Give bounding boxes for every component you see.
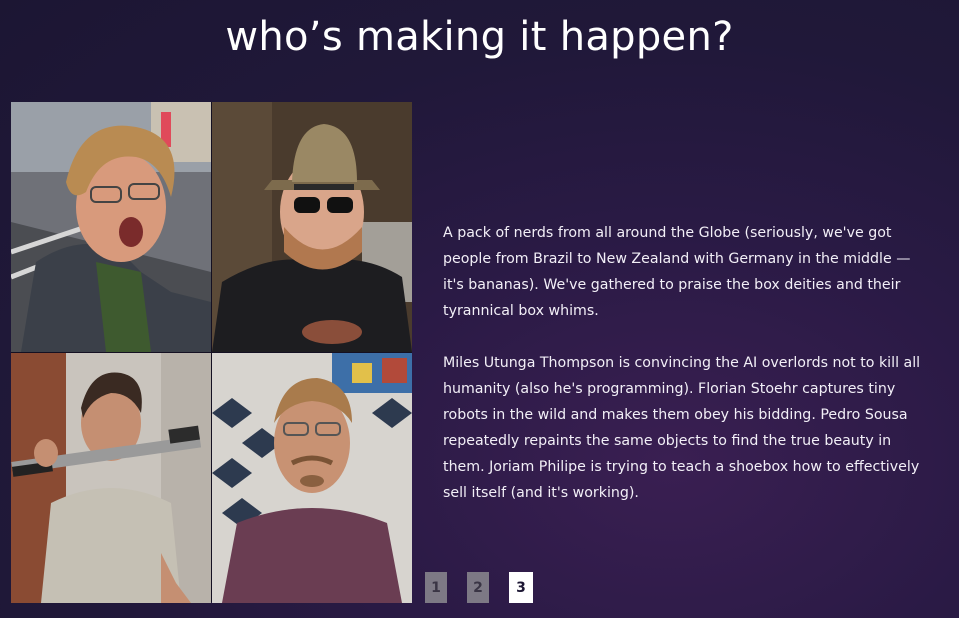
team-photo-3: [11, 353, 211, 603]
page-button-3[interactable]: 3: [509, 572, 533, 603]
description-paragraph-members: Miles Utunga Thompson is convincing the …: [443, 355, 921, 501]
team-description: A pack of nerds from all around the Glob…: [443, 220, 933, 532]
team-photo-1: [11, 102, 211, 352]
team-photo-4: [212, 353, 412, 603]
page-title: who’s making it happen?: [225, 14, 734, 60]
page-button-2[interactable]: 2: [467, 572, 489, 603]
team-photo-2: [212, 102, 412, 352]
description-paragraph-intro: A pack of nerds from all around the Glob…: [443, 225, 911, 319]
page-button-1[interactable]: 1: [425, 572, 447, 603]
pagination: 1 2 3: [425, 572, 533, 603]
team-photo-grid: [11, 102, 412, 603]
